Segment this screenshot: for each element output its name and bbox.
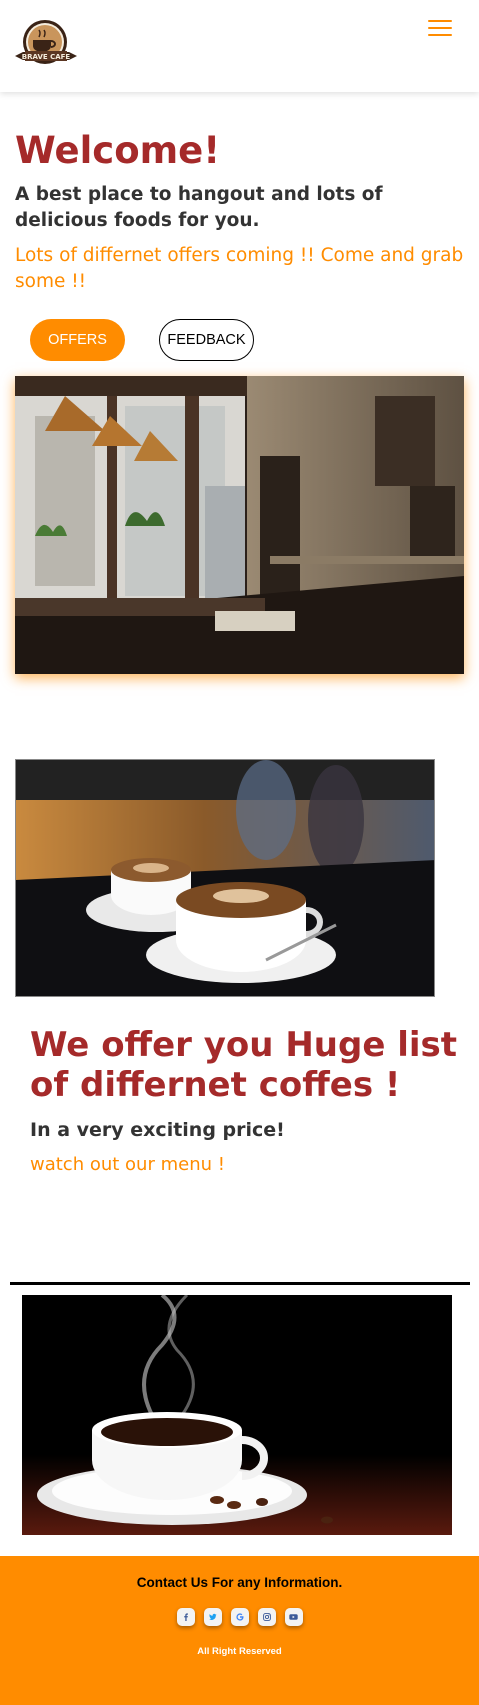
site-footer: Contact Us For any Information. All Righ… [0,1556,479,1705]
brave-cafe-logo[interactable]: BRAVE CAFE [13,18,79,72]
page-title: Welcome! [15,129,221,172]
contact-heading: Contact Us For any Information. [136,1575,343,1590]
facebook-icon[interactable] [176,1608,195,1626]
site-header: BRAVE CAFE [0,0,479,92]
coffee-cup-image [22,1295,452,1535]
cappuccino-image [15,759,435,997]
menu-link[interactable]: watch out our menu ! [30,1152,225,1178]
section-divider [10,1282,470,1285]
hamburger-menu-icon[interactable] [428,17,454,37]
instagram-icon[interactable] [257,1608,276,1626]
copyright-text: All Right Reserved [197,1646,282,1657]
logo-lettering: BRAVE CAFE [22,53,71,61]
tagline: A best place to hangout and lots of deli… [15,184,383,231]
coffee-list-heading: We offer you Huge list of differnet coff… [30,1025,458,1105]
google-icon[interactable] [230,1608,249,1626]
offers-button[interactable]: OFFERS [30,319,125,361]
social-links [0,1608,479,1626]
offers-announcement: Lots of differnet offers coming !! Come … [15,245,464,292]
twitter-icon[interactable] [203,1608,222,1626]
feedback-button[interactable]: FEEDBACK [159,319,254,361]
price-subtitle: In a very exciting price! [30,1119,285,1141]
youtube-icon[interactable] [284,1608,303,1626]
cafe-interior-image [15,376,464,674]
